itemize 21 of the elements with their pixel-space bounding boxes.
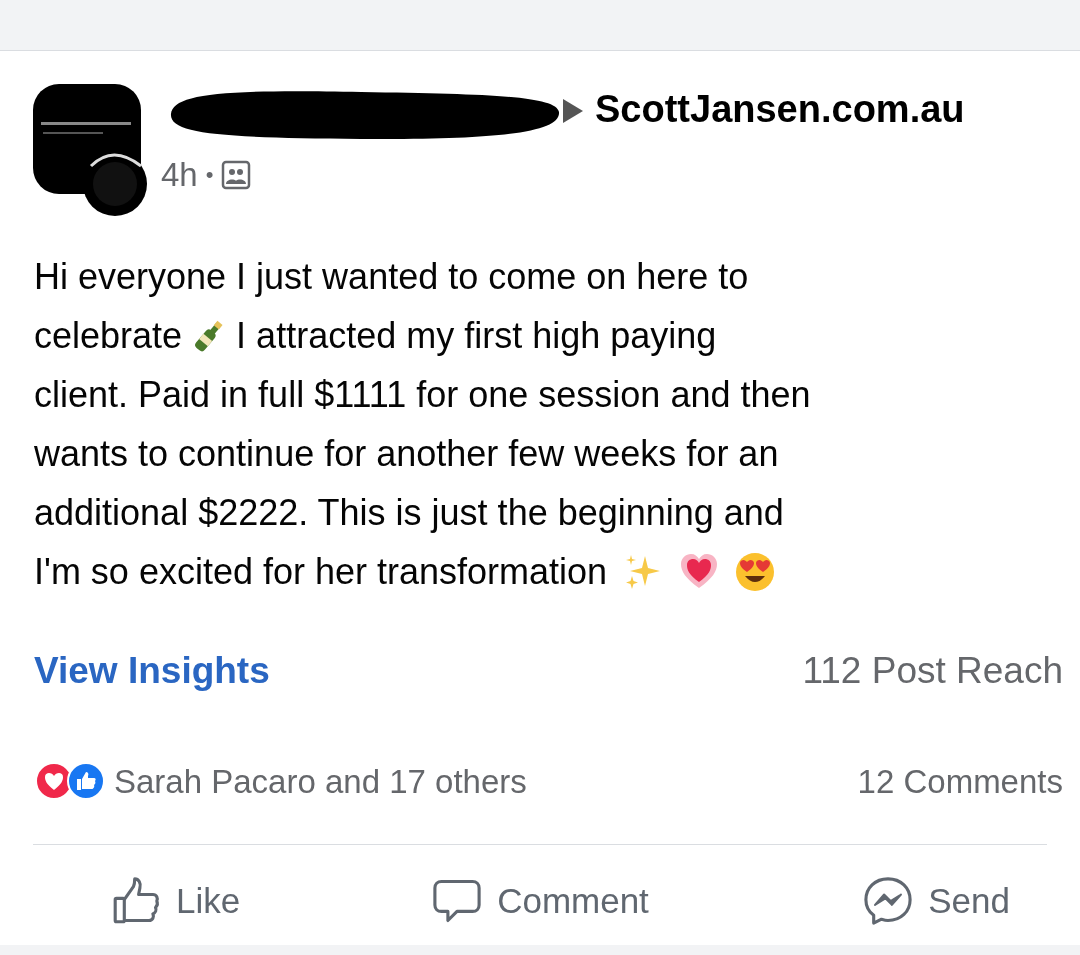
author-name[interactable]: ScottJansen.com.au	[595, 90, 965, 128]
post-reach: 112 Post Reach	[802, 649, 1063, 693]
reaction-summary[interactable]: Sarah Pacaro and 17 others	[114, 756, 527, 806]
comment-action-button[interactable]: Comment	[380, 875, 700, 928]
comment-count[interactable]: 12 Comments	[857, 756, 1063, 806]
post-text-line: Hi everyone I just wanted to come on here to	[34, 255, 749, 299]
post-text-line: I'm so excited for her transformation	[34, 550, 608, 594]
like-action-button[interactable]: Like	[60, 875, 380, 928]
caret-right-icon	[563, 99, 583, 123]
heart-eyes-face-icon	[735, 551, 776, 592]
view-insights-link[interactable]: View Insights	[34, 643, 270, 699]
send-action-button[interactable]: Send	[700, 875, 1020, 928]
post-text-line: celebrate	[34, 314, 183, 358]
post-text-line: additional $2222. This is just the beginning and	[34, 491, 784, 535]
messenger-icon	[862, 875, 915, 928]
post-text-line: client. Paid in full $1111 for one session and then	[34, 373, 811, 417]
post-time: 4h	[161, 155, 198, 195]
separator-dot: •	[205, 161, 214, 190]
post-text-line: wants to continue for another few weeks for an	[34, 432, 779, 476]
group-icon	[221, 159, 252, 190]
post-text-line: I attracted my first high paying	[236, 314, 717, 358]
